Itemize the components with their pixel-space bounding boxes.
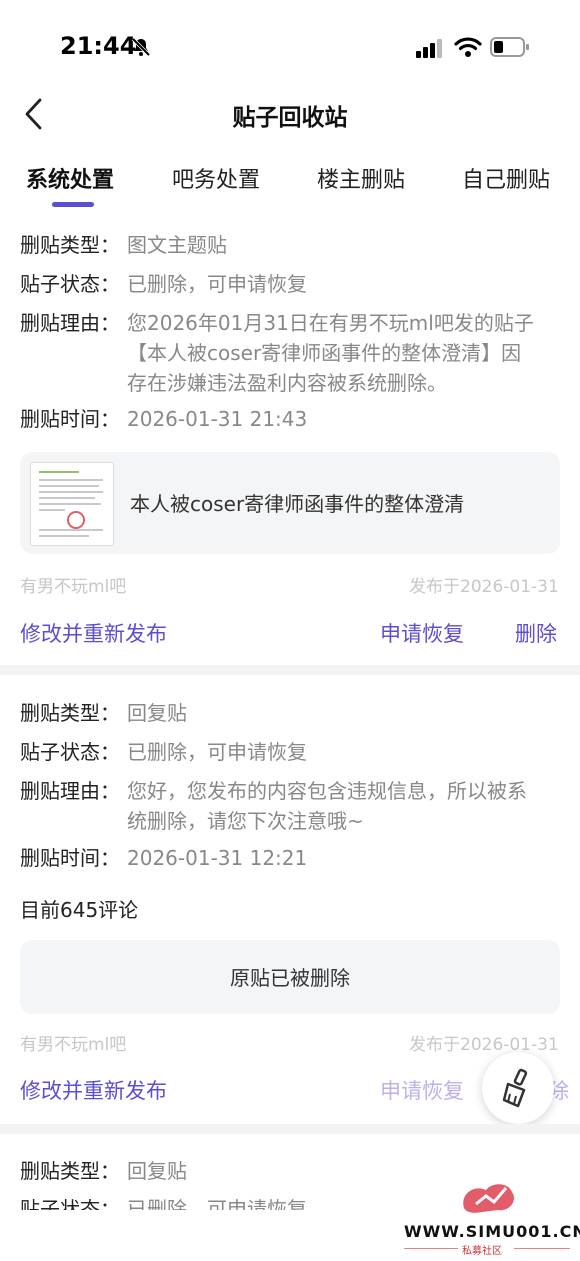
restore-button[interactable]: 申请恢复 [380,1075,464,1105]
delete-button[interactable]: 删除 [515,618,557,648]
tab-op-delete[interactable]: 楼主删贴 [317,162,405,194]
watermark-subtitle: 私募社区 [462,1246,502,1257]
post-date: 发布于2026-01-31 [409,577,559,597]
original-post-card[interactable]: 本人被coser寄律师函事件的整体澄清 [20,452,560,554]
forum-name: 有男不玩ml吧 [20,577,127,597]
status-time: 21:44 [60,32,137,60]
tab-bar-admin[interactable]: 吧务处置 [172,162,260,194]
restore-button[interactable]: 申请恢复 [380,618,464,648]
post-time-row: 删贴时间： 2026-01-31 12:21 [20,843,307,873]
original-post-card[interactable]: 原贴已被删除 [20,940,560,1014]
post-status-label: 贴子状态： [20,1197,120,1210]
post-type-value: 回复贴 [127,1159,187,1183]
watermark-logo-icon [463,1184,515,1213]
post-status-value: 已删除，可申请恢复 [127,272,307,296]
post-reason-label: 删贴理由： [20,311,120,335]
post-thumbnail [30,462,114,546]
comment-count: 目前645评论 [20,898,139,922]
reason-line: 您好，您发布的内容包含违规信息，所以被系 [127,779,527,803]
tab-system[interactable]: 系统处置 [26,162,114,194]
post-status-row: 贴子状态： 已删除，可申请恢复 [20,737,307,767]
post-time-row: 删贴时间： 2026-01-31 21:43 [20,404,307,434]
post-type-row: 删贴类型： 回复贴 [20,698,187,728]
edit-republish-button[interactable]: 修改并重新发布 [20,618,167,648]
post-date: 发布于2026-01-31 [409,1035,559,1055]
post-status-label: 贴子状态： [20,740,120,764]
broom-icon [502,1068,528,1108]
post-type-value: 图文主题贴 [127,233,227,257]
site-watermark: WWW.SIMU001.CN 私募社区 [400,1178,580,1258]
forum-name: 有男不玩ml吧 [20,1035,127,1055]
post-type-row: 删贴类型： 图文主题贴 [20,230,227,260]
post-reason-label: 删贴理由： [20,779,120,803]
tab-bar: 系统处置 吧务处置 楼主删贴 自己删贴 [0,150,580,210]
wifi-icon [454,37,482,57]
watermark-text: WWW.SIMU001.CN [404,1222,580,1241]
original-post-deleted-text: 原贴已被删除 [230,966,350,990]
original-post-title: 本人被coser寄律师函事件的整体澄清 [130,492,465,516]
post-time-label: 删贴时间： [20,846,120,870]
reason-line: 统删除，请您下次注意哦~ [127,809,364,833]
post-reason-value: 您2026年01月31日在有男不玩ml吧发的贴子 【本人被coser寄律师函事件… [127,308,557,398]
active-tab-indicator [52,202,94,207]
post-reason-row: 删贴理由： [20,308,127,338]
post-type-label: 删贴类型： [20,233,120,257]
post-status-label: 贴子状态： [20,272,120,296]
battery-icon [490,37,529,57]
post-type-label: 删贴类型： [20,701,120,725]
signal-icon [416,39,442,58]
post-status-value: 已删除，可申请恢复 [127,740,307,764]
page-title: 贴子回收站 [232,105,348,131]
cleanup-fab-button[interactable] [482,1052,554,1124]
post-time-label: 删贴时间： [20,407,120,431]
reason-line: 您2026年01月31日在有男不玩ml吧发的贴子 [127,311,534,335]
item-divider [0,665,580,675]
post-reason-value: 您好，您发布的内容包含违规信息，所以被系 统删除，请您下次注意哦~ [127,776,557,836]
post-status-row: 贴子状态： 已删除，可申请恢复 [20,269,307,299]
post-time-value: 2026-01-31 12:21 [127,846,308,870]
nav-bar: 贴子回收站 [0,90,580,140]
edit-republish-button[interactable]: 修改并重新发布 [20,1075,167,1105]
post-type-row: 删贴类型： 回复贴 [20,1156,187,1186]
post-status-row: 贴子状态： 已删除，可申请恢复 [20,1194,307,1210]
reason-line: 存在涉嫌违法盈利内容被系统删除。 [127,371,447,395]
reason-line: 【本人被coser寄律师函事件的整体澄清】因 [127,341,522,365]
post-status-value: 已删除，可申请恢复 [127,1197,307,1210]
status-bar: 21:44 [0,0,580,90]
notifications-off-icon [131,37,151,57]
post-type-label: 删贴类型： [20,1159,120,1183]
post-time-value: 2026-01-31 21:43 [127,407,308,431]
post-type-value: 回复贴 [127,701,187,725]
post-reason-row: 删贴理由： [20,776,127,806]
tab-self-delete[interactable]: 自己删贴 [462,162,550,194]
